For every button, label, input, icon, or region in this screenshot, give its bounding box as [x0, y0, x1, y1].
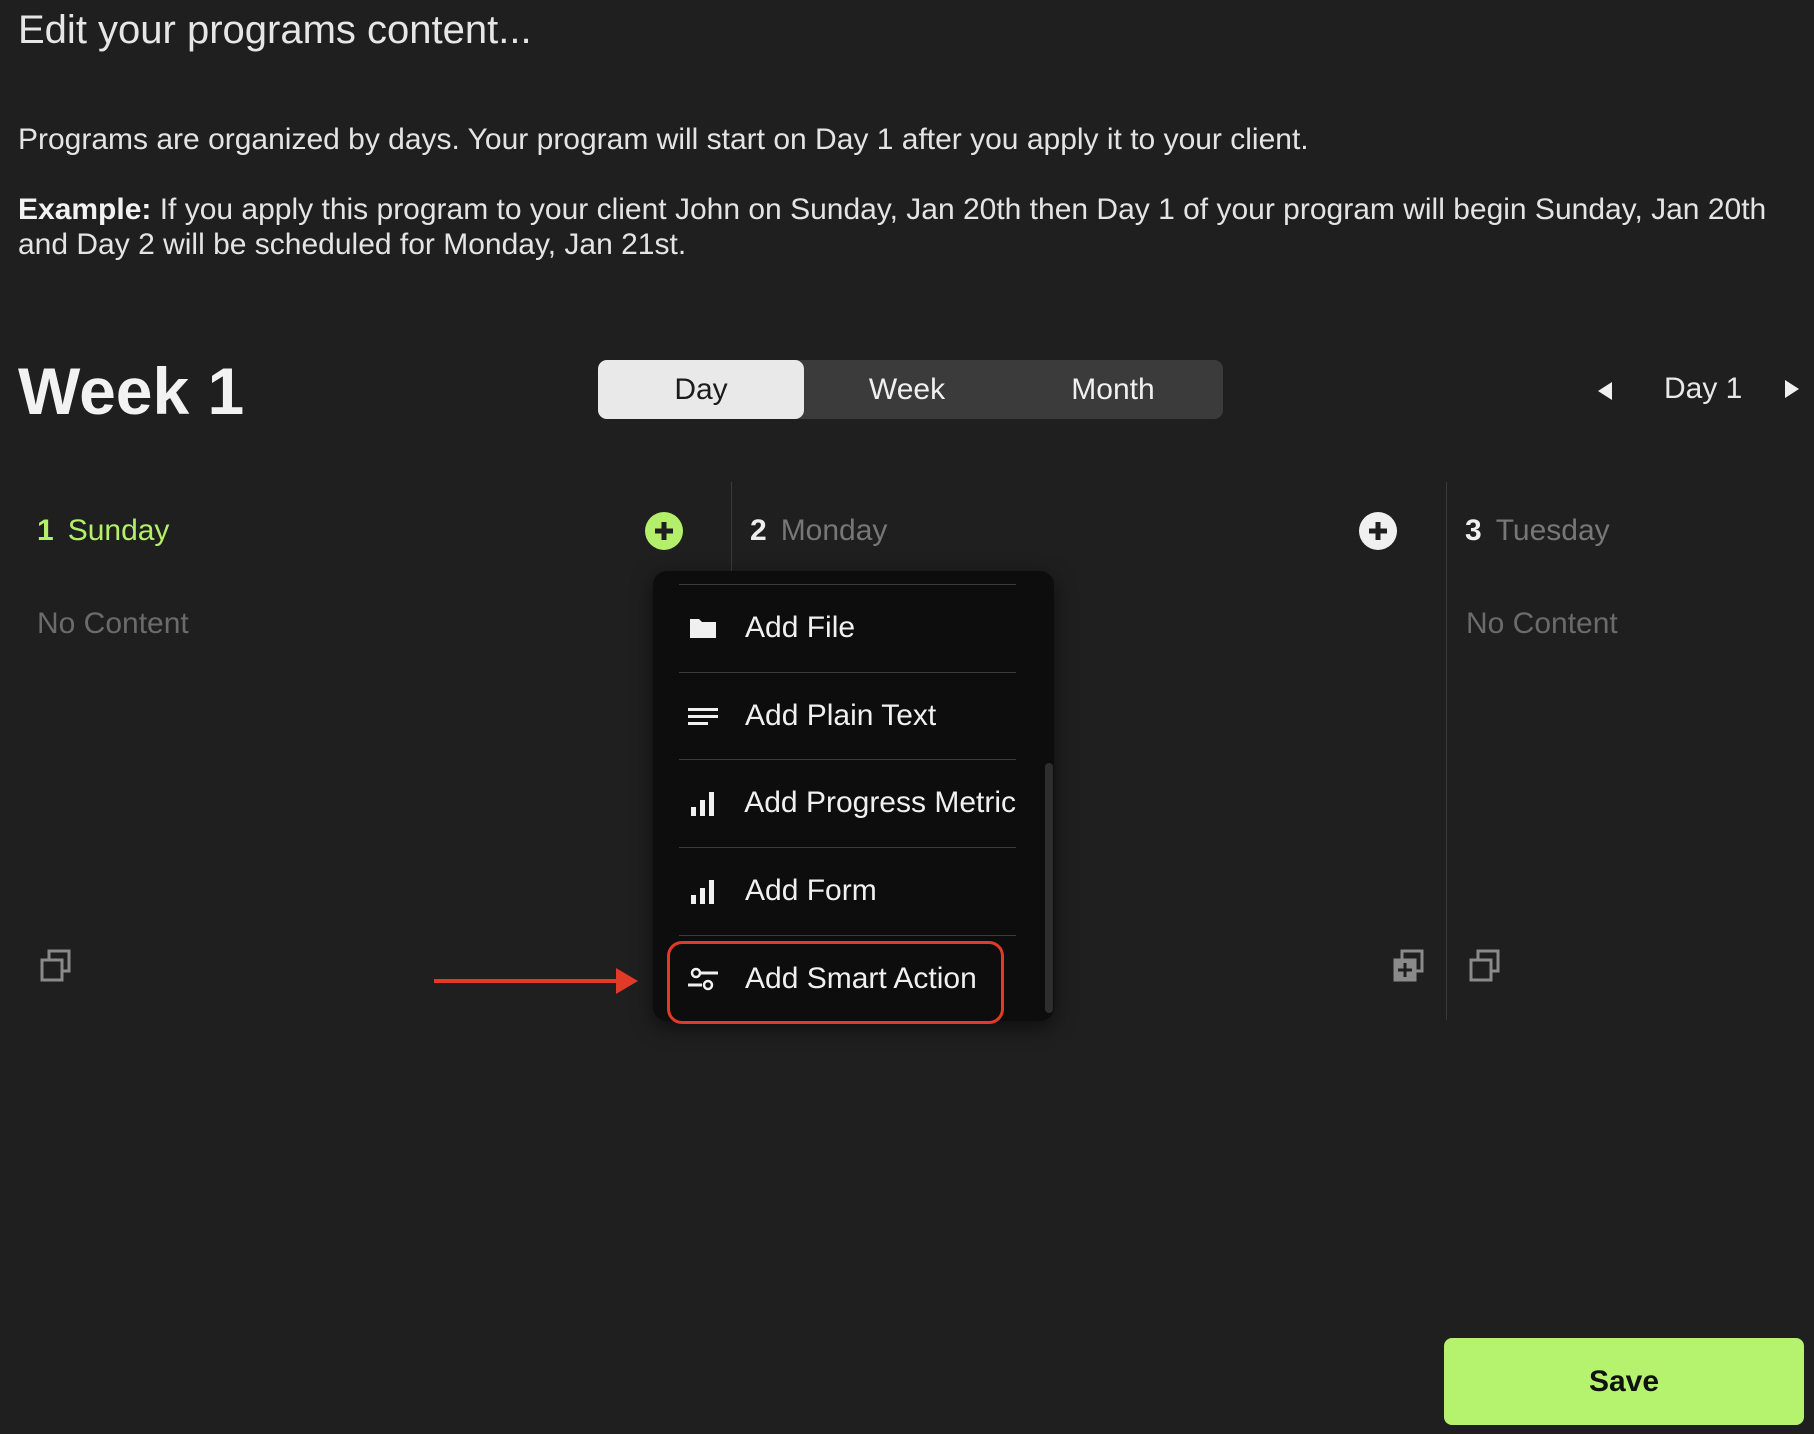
menu-item-label: Add Form — [745, 874, 877, 907]
view-week-button[interactable]: Week — [804, 360, 1010, 419]
annotation-arrow-head — [616, 968, 638, 994]
save-button[interactable]: Save — [1444, 1338, 1804, 1425]
page-title: Edit your programs content... — [18, 8, 532, 52]
menu-item-label: Add Smart Action — [745, 962, 977, 995]
day-navigator: Day 1 — [1598, 368, 1808, 412]
day-name: Sunday — [67, 514, 170, 547]
empty-state-text: No Content — [1466, 607, 1618, 640]
example-label: Example: — [18, 193, 152, 226]
add-content-menu: Add File Add Plain Text Add Progress Met… — [653, 571, 1054, 1021]
view-toggle: Day Week Month — [598, 360, 1223, 419]
week-title: Week 1 — [18, 354, 245, 428]
menu-item-add-form[interactable]: Add Form — [679, 847, 1016, 934]
day-number: 2 — [750, 514, 767, 547]
menu-item-label: Add Progress Metric — [744, 786, 1016, 819]
current-day-label: Day 1 — [1664, 372, 1743, 405]
plus-icon — [1369, 522, 1387, 540]
menu-item-add-file[interactable]: Add File — [679, 584, 1016, 671]
plus-icon — [655, 522, 673, 540]
paste-day-icon[interactable] — [1391, 948, 1427, 984]
empty-state-text: No Content — [37, 607, 189, 640]
view-month-button[interactable]: Month — [1010, 360, 1216, 419]
intro-text: Programs are organized by days. Your pro… — [18, 123, 1309, 156]
view-day-button[interactable]: Day — [598, 360, 804, 419]
day-header-sunday: 1 Sunday — [37, 514, 169, 548]
menu-item-add-plain-text[interactable]: Add Plain Text — [679, 672, 1016, 759]
day-number: 1 — [37, 514, 54, 547]
bar-chart-icon — [688, 876, 718, 906]
copy-day-icon[interactable] — [38, 948, 74, 984]
day-number: 3 — [1465, 514, 1482, 547]
annotation-arrow — [434, 979, 620, 983]
day-name: Monday — [780, 514, 888, 547]
column-divider — [1446, 482, 1447, 1020]
menu-scrollbar[interactable] — [1045, 763, 1053, 1013]
prev-day-button[interactable] — [1598, 382, 1612, 400]
text-lines-icon — [688, 701, 718, 731]
day-header-monday: 2 Monday — [750, 514, 887, 548]
menu-item-label: Add Plain Text — [745, 699, 937, 732]
add-content-button-monday[interactable] — [1359, 512, 1397, 550]
menu-item-label: Add File — [745, 611, 856, 644]
bar-chart-icon — [688, 788, 717, 818]
menu-item-add-smart-action[interactable]: Add Smart Action — [679, 935, 1016, 1021]
day-header-tuesday: 3 Tuesday — [1465, 514, 1610, 548]
copy-day-icon[interactable] — [1467, 948, 1503, 984]
menu-item-add-progress-metric[interactable]: Add Progress Metric — [679, 759, 1016, 846]
sliders-icon — [688, 964, 718, 994]
example-text: Example: If you apply this program to yo… — [18, 192, 1803, 262]
next-day-button[interactable] — [1785, 380, 1799, 398]
add-content-button-sunday[interactable] — [645, 512, 683, 550]
example-body: If you apply this program to your client… — [18, 193, 1767, 261]
day-name: Tuesday — [1495, 514, 1610, 547]
folder-icon — [688, 613, 718, 643]
